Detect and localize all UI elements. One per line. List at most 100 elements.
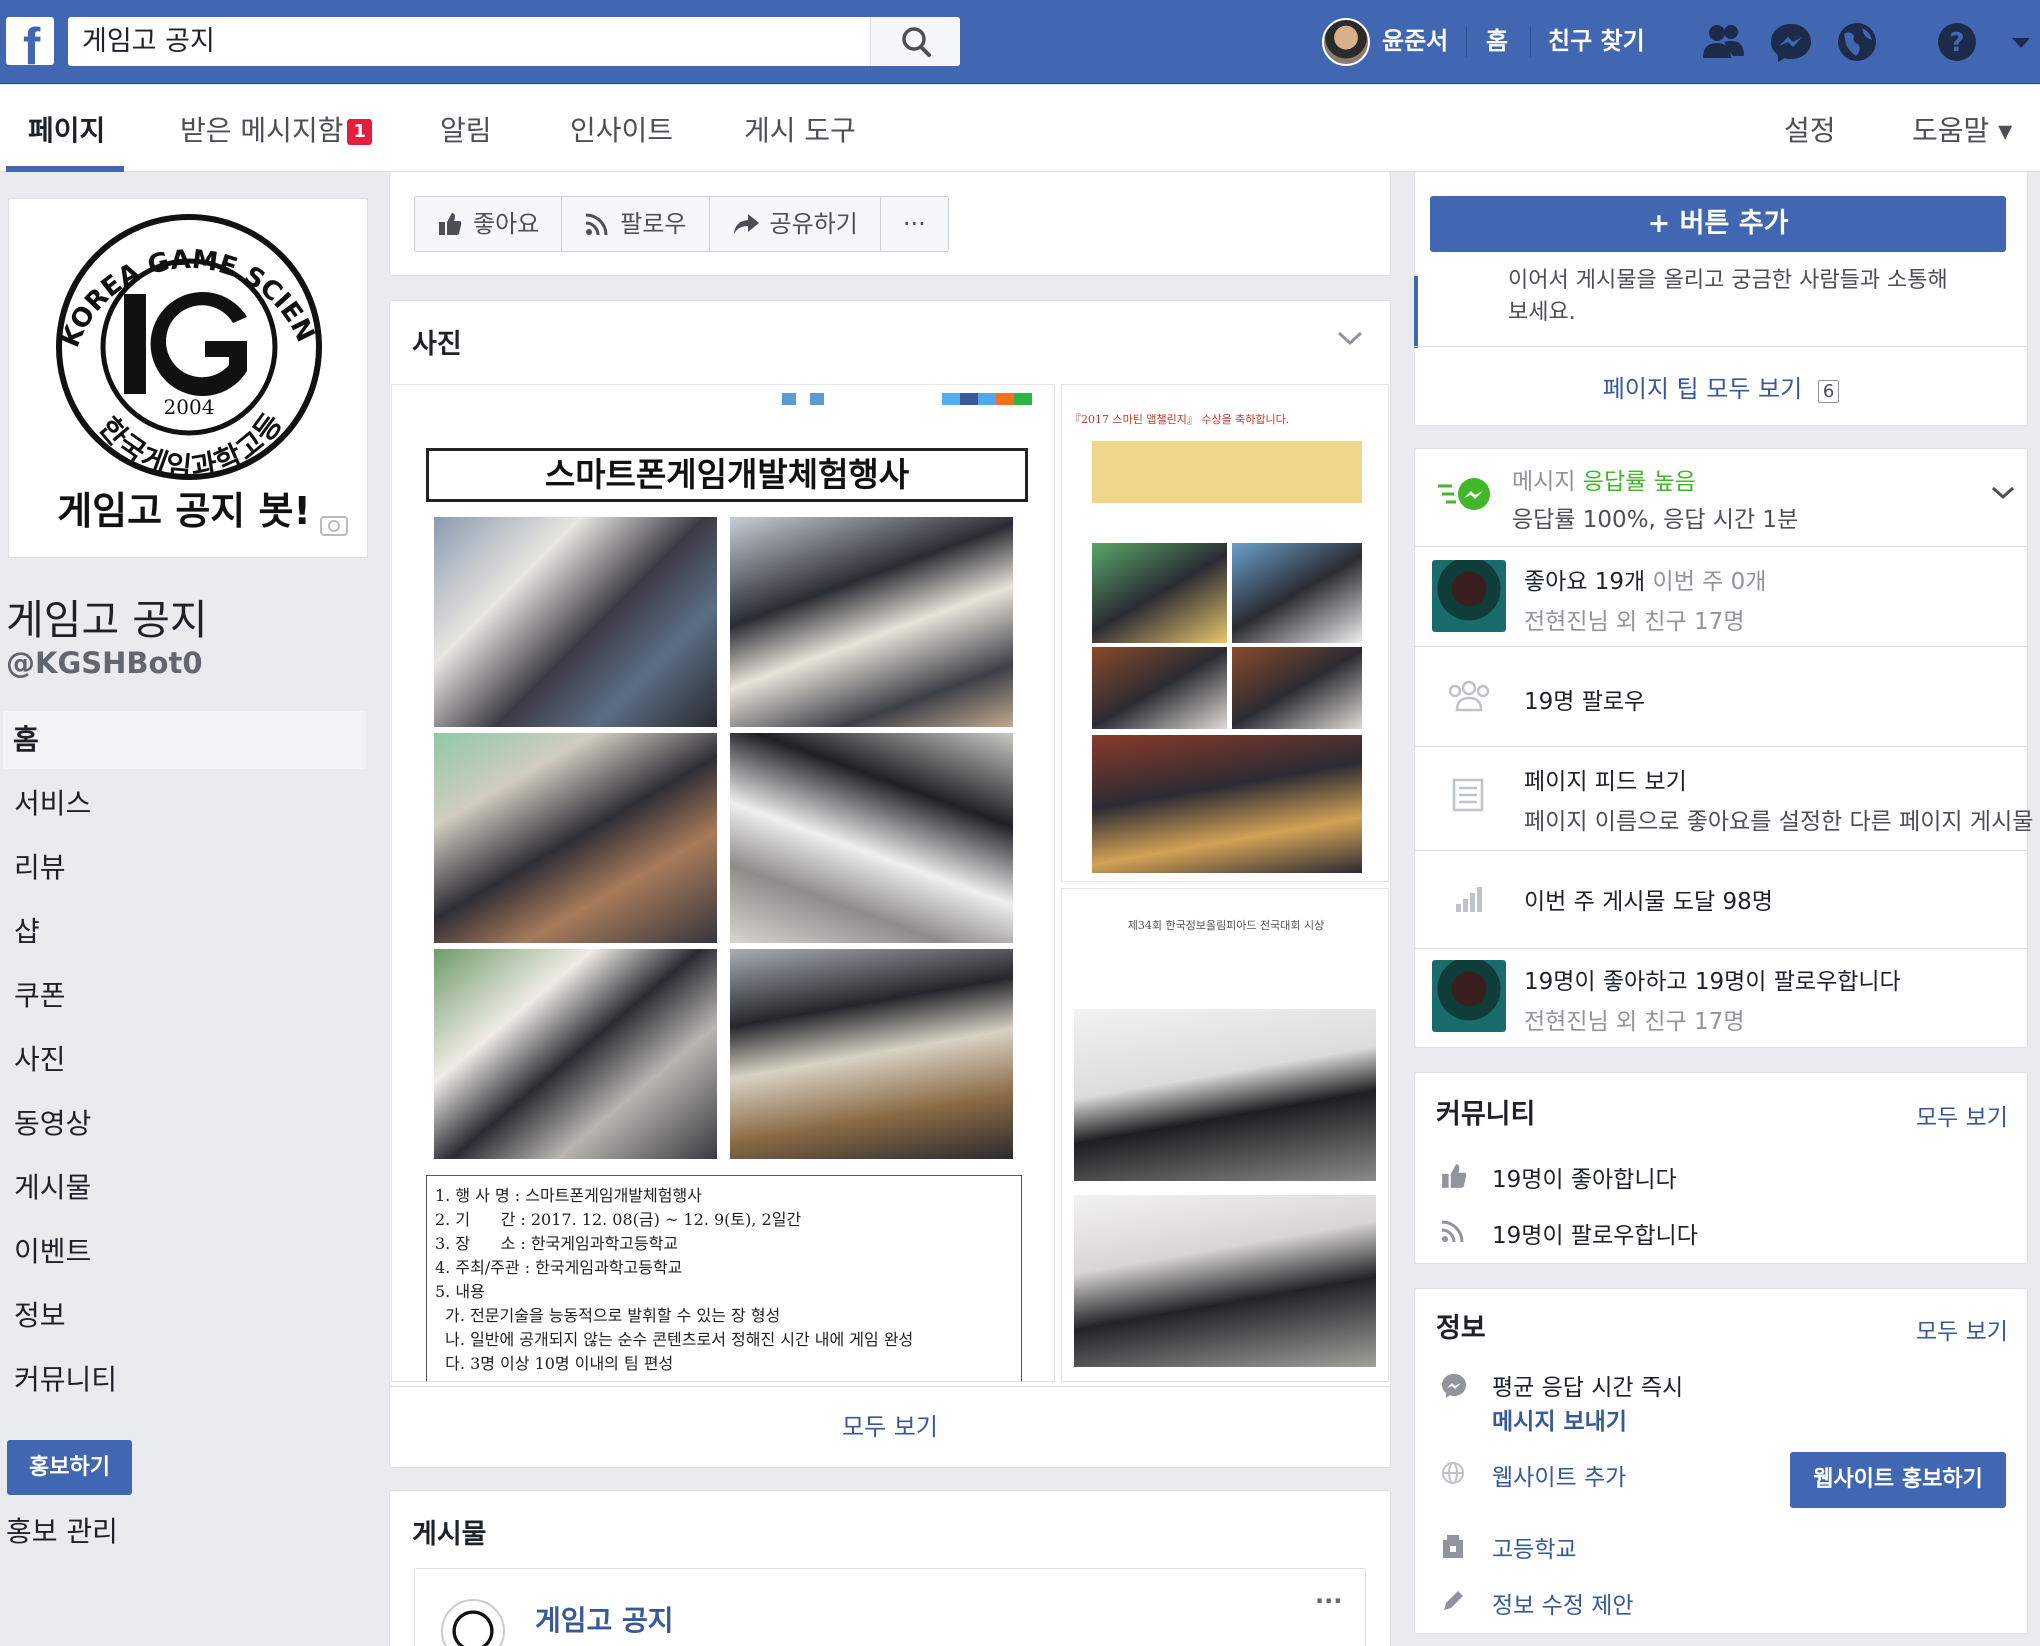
- tab-inbox-label: 받은 메시지함: [180, 114, 344, 147]
- like-label: 좋아요: [473, 210, 540, 238]
- sidebar-item-services[interactable]: 서비스: [0, 775, 366, 833]
- follow-button[interactable]: 팔로우: [562, 197, 710, 251]
- tab-publishing-tools[interactable]: 게시 도구: [744, 85, 856, 176]
- post-author-name[interactable]: 게임고 공지: [535, 1599, 674, 1639]
- manage-promotions-link[interactable]: 홍보 관리: [6, 1510, 118, 1550]
- chevron-down-icon[interactable]: [1990, 484, 2016, 502]
- response-time: 평균 응답 시간 즉시: [1492, 1375, 1684, 1401]
- document-body: 1. 행 사 명 : 스마트폰게임개발체험행사 2. 기 간 : 2017. 12…: [426, 1175, 1022, 1381]
- award-photo: [1092, 647, 1227, 729]
- community-see-all[interactable]: 모두 보기: [1916, 1098, 2008, 1132]
- sidebar-item-shop[interactable]: 샵: [0, 903, 366, 961]
- help-icon[interactable]: ?: [1934, 20, 1980, 64]
- sns-icons-image: [942, 393, 1032, 405]
- like-follow-summary: 19명이 좋아하고 19명이 팔로우합니다: [1524, 969, 1901, 995]
- award-photo: [1092, 543, 1227, 643]
- add-button[interactable]: + 버튼 추가: [1430, 196, 2006, 252]
- photo-olympiad[interactable]: 제34회 한국정보올림피아드 전국대회 시상: [1061, 888, 1389, 1382]
- photo-main[interactable]: 스마트폰게임개발체험행사 1. 행 사 명 : 스마트폰게임개발체험행사 2. 기…: [391, 384, 1055, 1382]
- followers-row: [1414, 646, 2028, 746]
- logo-year: 2004: [164, 395, 215, 419]
- top-bar: f 게임고 공지 윤준서 홈 친구 찾기 ?: [0, 0, 2040, 84]
- suggest-edit-link[interactable]: 정보 수정 제안: [1492, 1586, 1634, 1620]
- award-highlight: [1092, 441, 1362, 503]
- sidebar-item-community[interactable]: 커뮤니티: [0, 1351, 366, 1409]
- sidebar-item-posts[interactable]: 게시물: [0, 1159, 366, 1217]
- post-item: 게임고 공지 ···: [414, 1568, 1366, 1646]
- page-handle[interactable]: @KGSHBot0: [6, 646, 203, 680]
- user-avatar[interactable]: [1322, 18, 1370, 66]
- rss-follow-icon: [586, 213, 608, 236]
- tab-settings[interactable]: 설정: [1784, 85, 1836, 176]
- add-website-link[interactable]: 웹사이트 추가: [1492, 1458, 1626, 1492]
- messenger-fast-icon: [1438, 478, 1490, 510]
- active-tab-indicator: [6, 166, 124, 172]
- photo-award[interactable]: 『2017 스마틴 앱챌린지』 수상을 축하합니다.: [1061, 384, 1389, 882]
- tips-link-wrap[interactable]: 페이지 팁 모두 보기 6: [1414, 369, 2028, 404]
- category-link[interactable]: 고등학교: [1492, 1530, 1577, 1564]
- friends-liked[interactable]: 전현진님 외 친구 17명: [1524, 602, 1744, 636]
- weekly-reach: 이번 주 게시물 도달 98명: [1524, 889, 1773, 915]
- document-line: 1. 행 사 명 : 스마트폰게임개발체험행사: [435, 1186, 702, 1205]
- camera-icon[interactable]: [319, 511, 349, 537]
- profile-picture[interactable]: KOREA GAME SCIENCE HIGH SCHOOL 한국게임과학고등학…: [0, 173, 368, 558]
- event-photo: [434, 733, 717, 943]
- tab-notifications[interactable]: 알림: [440, 85, 492, 176]
- photos-title: 사진: [412, 329, 462, 360]
- msg-label: 메시지: [1512, 469, 1576, 495]
- info-see-all[interactable]: 모두 보기: [1916, 1312, 2008, 1346]
- messenger-icon[interactable]: [1768, 20, 1814, 64]
- more-actions-button[interactable]: ···: [881, 197, 948, 251]
- search-input[interactable]: 게임고 공지: [82, 17, 215, 66]
- event-photo: [730, 517, 1013, 727]
- tab-insights[interactable]: 인사이트: [570, 85, 673, 176]
- sidebar-item-videos[interactable]: 동영상: [0, 1095, 366, 1153]
- sidebar-item-coupons[interactable]: 쿠폰: [0, 967, 366, 1025]
- sidebar-item-about[interactable]: 정보: [0, 1287, 366, 1345]
- sidebar-item-reviews[interactable]: 리뷰: [0, 839, 366, 897]
- share-button[interactable]: 공유하기: [710, 197, 881, 251]
- nav-divider: [1466, 27, 1467, 57]
- page-tips-link[interactable]: 페이지 팁 모두 보기: [1603, 375, 1803, 403]
- followers-icon: [1448, 680, 1490, 712]
- tips-count: 6: [1817, 380, 1840, 403]
- sidebar-item-events[interactable]: 이벤트: [0, 1223, 366, 1281]
- logo-caption: 게임고 공지 봇!: [57, 489, 311, 533]
- tab-inbox[interactable]: 받은 메시지함 1: [180, 85, 372, 176]
- page-feed-link[interactable]: 페이지 피드 보기: [1524, 762, 1687, 796]
- search-button[interactable]: [870, 17, 960, 66]
- home-link[interactable]: 홈: [1486, 0, 1508, 82]
- photos-see-all-link[interactable]: 모두 보기: [390, 1386, 1390, 1466]
- sidebar-item-photos[interactable]: 사진: [0, 1031, 366, 1089]
- promote-website-button[interactable]: 웹사이트 홍보하기: [1790, 1452, 2006, 1508]
- friend-requests-icon[interactable]: [1700, 20, 1746, 64]
- search-box[interactable]: 게임고 공지: [68, 17, 960, 66]
- olympiad-photo: [1074, 1195, 1376, 1367]
- post-author-avatar[interactable]: [441, 1599, 505, 1646]
- find-friends-link[interactable]: 친구 찾기: [1548, 0, 1645, 82]
- chevron-down-icon[interactable]: [1336, 328, 1364, 348]
- share-label: 공유하기: [769, 210, 858, 238]
- promote-button[interactable]: 홍보하기: [7, 1440, 132, 1495]
- followers-count: 19명 팔로우: [1524, 689, 1646, 715]
- post-more-button[interactable]: ···: [1315, 1587, 1342, 1615]
- community-follows: 19명이 팔로우합니다: [1492, 1223, 1698, 1249]
- document-line: 2. 기 간 : 2017. 12. 08(금) ~ 12. 9(토), 2일간: [435, 1210, 802, 1229]
- rose-avatar[interactable]: [1432, 560, 1506, 632]
- tab-page[interactable]: 페이지: [28, 85, 105, 176]
- notifications-globe-icon[interactable]: [1834, 20, 1880, 64]
- facebook-logo-icon[interactable]: f: [6, 17, 54, 65]
- account-menu-icon[interactable]: [2006, 20, 2036, 64]
- rose-avatar[interactable]: [1432, 960, 1506, 1032]
- sidebar-item-home[interactable]: 홈: [3, 711, 366, 769]
- rss-follow-icon: [1441, 1220, 1464, 1243]
- like-button[interactable]: 좋아요: [415, 197, 563, 251]
- profile-link[interactable]: 윤준서: [1382, 0, 1448, 82]
- friends-followed[interactable]: 전현진님 외 친구 17명: [1524, 1002, 1744, 1036]
- send-message-link[interactable]: 메시지 보내기: [1492, 1402, 1627, 1436]
- thumbs-up-icon: [439, 213, 462, 235]
- tab-help[interactable]: 도움말 ▾: [1912, 85, 2012, 176]
- page-nav-bar: 페이지 받은 메시지함 1 알림 인사이트 게시 도구 설정 도움말 ▾: [0, 85, 2040, 172]
- messenger-rating: 메시지 응답률 높음: [1512, 462, 1696, 496]
- award-group-photo: [1092, 735, 1362, 873]
